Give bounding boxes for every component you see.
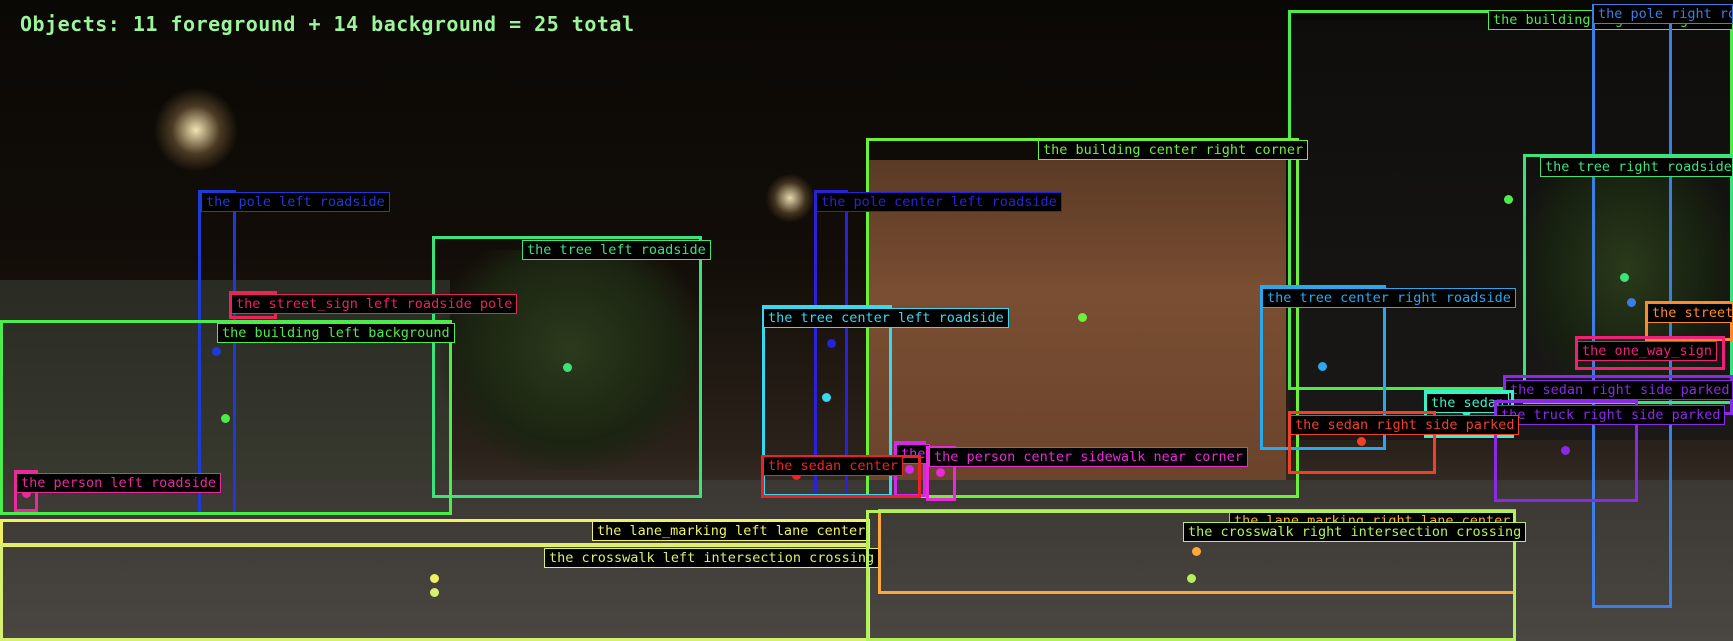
label-one-way-sign: the one_way_sign xyxy=(1577,341,1718,361)
label-person-center-sidewalk: the person center sidewalk near corner xyxy=(929,447,1248,467)
label-tree-center-left-roadside: the tree center left roadside xyxy=(763,308,1009,328)
street-scene-image: the building right backgroundthe pole ri… xyxy=(0,0,1733,641)
center-dot-tree-left-roadside xyxy=(562,362,572,372)
center-dot-person-center-sidewalk xyxy=(935,467,945,477)
label-street-right: the street xyxy=(1647,303,1733,323)
label-person-left-roadside: the person left roadside xyxy=(16,473,222,493)
label-building-left-background: the building left background xyxy=(217,323,455,343)
label-crosswalk-left: the crosswalk left intersection crossing xyxy=(544,548,880,568)
label-lane-marking-left: the lane_marking left lane center xyxy=(592,521,871,541)
center-dot-building-center-right-corner xyxy=(1077,312,1087,322)
center-dot-tree-right-roadside xyxy=(1619,272,1629,282)
label-street-sign-left: the street_sign left roadside pole xyxy=(231,294,518,314)
label-truck-right-side-parked: the truck right side parked xyxy=(1496,405,1726,425)
center-dot-crosswalk-left xyxy=(429,587,439,597)
label-pole-right: the pole right ro xyxy=(1593,4,1733,24)
label-crosswalk-right: the crosswalk right intersection crossin… xyxy=(1183,522,1527,542)
label-tree-right-roadside: the tree right roadside xyxy=(1540,157,1733,177)
center-dot-building-right-background xyxy=(1503,194,1513,204)
center-dot-sedan-right-side-parked xyxy=(1356,436,1366,446)
label-sedan-right-side-parked-2: the sedan right side parked xyxy=(1505,380,1733,400)
center-dot-building-left-background xyxy=(220,413,230,423)
label-building-center-right-corner: the building center right corner xyxy=(1038,140,1309,160)
label-sedan-right-side-parked: the sedan right side parked xyxy=(1290,415,1520,435)
label-pole-left-roadside: the pole left roadside xyxy=(201,192,390,212)
object-count-summary: Objects: 11 foreground + 14 background =… xyxy=(20,12,635,36)
center-dot-tree-center-right-roadside xyxy=(1317,361,1327,371)
label-sedan-center: the sedan center xyxy=(763,456,904,476)
center-dot-truck-right-side-parked xyxy=(1560,445,1570,455)
center-dot-crosswalk-right xyxy=(1186,573,1196,583)
center-dot-tree-center-left-roadside xyxy=(821,392,831,402)
label-pole-center-left-roadside: the pole center left roadside xyxy=(816,192,1062,212)
label-tree-center-right-roadside: the tree center right roadside xyxy=(1262,288,1516,308)
label-tree-left-roadside: the tree left roadside xyxy=(522,240,711,260)
